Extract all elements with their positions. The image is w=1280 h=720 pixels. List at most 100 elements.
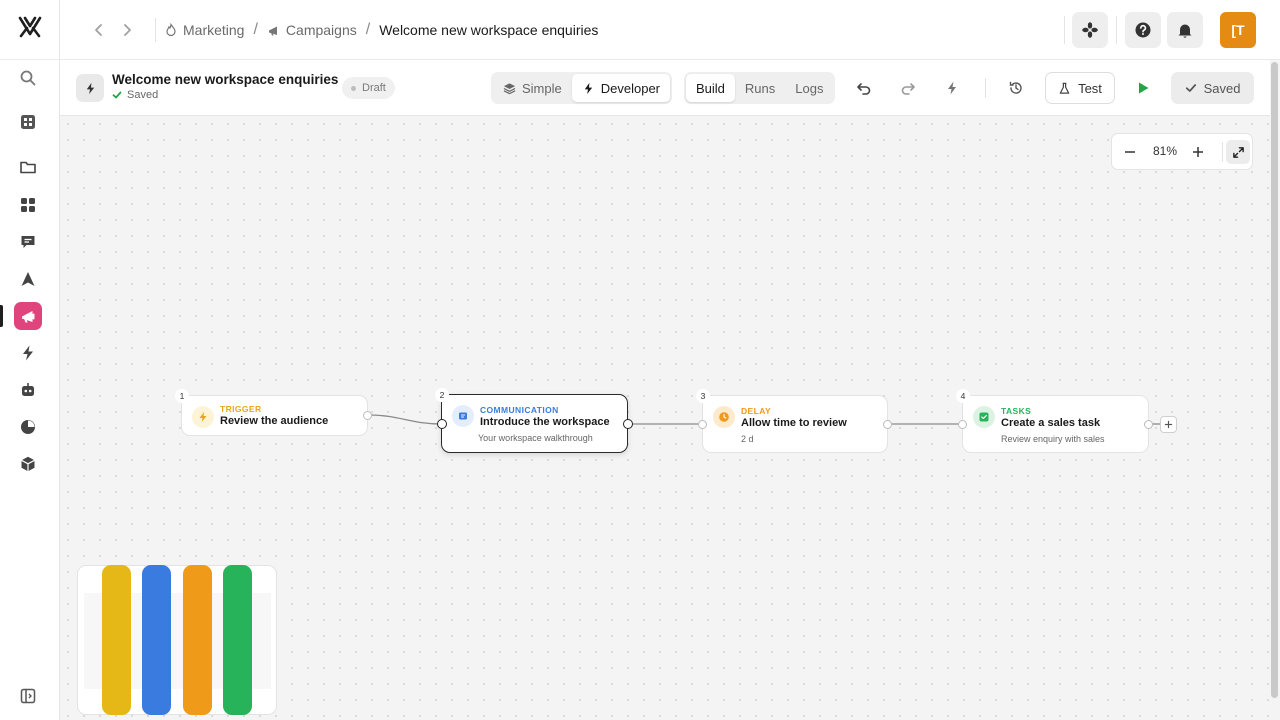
fit-view-expand-icon[interactable]	[1226, 140, 1250, 164]
help-icon[interactable]	[1125, 12, 1161, 48]
bolt-icon	[584, 82, 592, 94]
campaigns-megaphone-icon[interactable]	[14, 302, 42, 330]
folder-icon[interactable]	[14, 153, 42, 181]
back-arrow-icon[interactable]	[87, 18, 111, 42]
history-icon[interactable]	[1004, 76, 1028, 100]
mode-toggle: Simple Developer	[491, 72, 673, 104]
search-icon[interactable]	[14, 64, 42, 92]
tab-logs[interactable]: Logs	[785, 74, 833, 102]
node-title: Create a sales task	[1001, 417, 1101, 429]
flow-node-tasks[interactable]: 4 TASKS Create a sales task Review enqui…	[956, 389, 1149, 453]
ai-assistant-icon[interactable]	[1072, 12, 1108, 48]
notifications-bell-icon[interactable]	[1167, 12, 1203, 48]
breadcrumb-label: Marketing	[183, 22, 245, 38]
app-logo-icon[interactable]	[17, 14, 43, 40]
node-number: 4	[956, 389, 970, 403]
node-subtitle: Review enquiry with sales	[1001, 434, 1105, 444]
node-title: Allow time to review	[741, 417, 847, 429]
node-output-handle[interactable]	[1144, 420, 1153, 429]
minimap-node	[142, 565, 171, 715]
undo-icon[interactable]	[852, 76, 876, 100]
save-status: Saved	[112, 89, 158, 101]
node-output-handle[interactable]	[363, 411, 372, 420]
navigation-icon[interactable]	[14, 265, 42, 293]
clock-icon	[713, 406, 735, 428]
minimap-node	[223, 565, 252, 715]
status-badge: Draft	[342, 77, 395, 99]
minimap-node	[102, 565, 131, 715]
left-rail	[0, 0, 60, 720]
redo-icon[interactable]	[896, 76, 920, 100]
view-tabs: Build Runs Logs	[684, 72, 836, 104]
top-bar: Marketing / Campaigns / Welcome new work…	[60, 0, 1280, 60]
bolt-icon	[192, 406, 214, 428]
tab-runs[interactable]: Runs	[735, 74, 785, 102]
save-status-label: Saved	[127, 89, 159, 101]
apps-icon[interactable]	[14, 191, 42, 219]
zoom-in-icon[interactable]	[1186, 140, 1210, 164]
tab-build[interactable]: Build	[686, 74, 735, 102]
mode-simple-label: Simple	[522, 80, 562, 96]
mode-developer[interactable]: Developer	[571, 74, 671, 102]
node-input-handle[interactable]	[958, 420, 967, 429]
active-indicator	[0, 305, 3, 327]
robot-icon[interactable]	[14, 376, 42, 404]
mode-simple[interactable]: Simple	[493, 74, 572, 102]
flow-node-delay[interactable]: 3 DELAY Allow time to review 2 d	[696, 389, 888, 453]
node-number: 1	[175, 389, 189, 403]
editor-header: Welcome new workspace enquiries Saved Dr…	[60, 60, 1270, 116]
flow-node-communication[interactable]: 2 COMMUNICATION Introduce the workspace …	[435, 388, 628, 453]
minimap-node	[183, 565, 212, 715]
test-button[interactable]: Test	[1045, 72, 1115, 104]
chat-icon[interactable]	[14, 228, 42, 256]
check-icon	[973, 406, 995, 428]
flow-title[interactable]: Welcome new workspace enquiries	[112, 72, 338, 87]
dashboard-icon[interactable]	[14, 108, 42, 136]
flask-icon	[1059, 82, 1070, 94]
reports-pie-icon[interactable]	[14, 413, 42, 441]
node-title: Review the audience	[220, 415, 329, 427]
zoom-level: 81%	[1152, 144, 1178, 158]
automation-bolt-icon[interactable]	[14, 339, 42, 367]
node-type: TASKS	[1001, 406, 1032, 416]
node-type: TRIGGER	[220, 404, 262, 414]
breadcrumb-campaigns[interactable]: Campaigns	[267, 22, 357, 38]
node-type: COMMUNICATION	[480, 405, 559, 415]
breadcrumb-marketing[interactable]: Marketing	[164, 22, 244, 38]
message-icon	[452, 405, 474, 427]
node-number: 2	[435, 388, 449, 402]
flow-bolt-icon	[76, 74, 104, 102]
node-type: DELAY	[741, 406, 772, 416]
node-subtitle: 2 d	[741, 434, 754, 444]
zoom-out-icon[interactable]	[1118, 140, 1142, 164]
node-title: Introduce the workspace	[480, 416, 610, 428]
collapse-sidebar-icon[interactable]	[14, 682, 42, 710]
run-play-icon[interactable]	[1131, 76, 1155, 100]
breadcrumb: Marketing / Campaigns / Welcome new work…	[164, 20, 598, 40]
megaphone-icon	[268, 26, 277, 36]
flame-icon	[166, 23, 176, 37]
saved-button[interactable]: Saved	[1171, 72, 1254, 104]
zoom-control: 81%	[1111, 133, 1253, 170]
flow-node-trigger[interactable]: 1 TRIGGER Review the audience	[175, 389, 368, 436]
breadcrumb-current: Welcome new workspace enquiries	[379, 22, 599, 38]
node-output-handle[interactable]	[883, 420, 892, 429]
check-icon	[112, 91, 122, 99]
node-input-handle[interactable]	[698, 420, 707, 429]
layers-icon	[503, 82, 516, 94]
forward-arrow-icon[interactable]	[115, 18, 139, 42]
node-subtitle: Your workspace walkthrough	[478, 433, 593, 443]
quick-action-bolt-icon[interactable]	[940, 76, 964, 100]
node-output-handle[interactable]	[623, 419, 633, 429]
saved-button-label: Saved	[1203, 80, 1241, 96]
node-input-handle[interactable]	[437, 419, 447, 429]
add-step-plus-icon[interactable]	[1160, 416, 1177, 433]
status-badge-label: Draft	[362, 82, 386, 94]
box-icon[interactable]	[14, 450, 42, 478]
breadcrumb-label: Campaigns	[285, 22, 357, 38]
user-avatar[interactable]: [T	[1220, 12, 1256, 48]
node-number: 3	[696, 389, 710, 403]
vertical-scrollbar[interactable]	[1271, 62, 1278, 698]
mode-developer-label: Developer	[600, 80, 661, 96]
test-button-label: Test	[1078, 80, 1102, 96]
